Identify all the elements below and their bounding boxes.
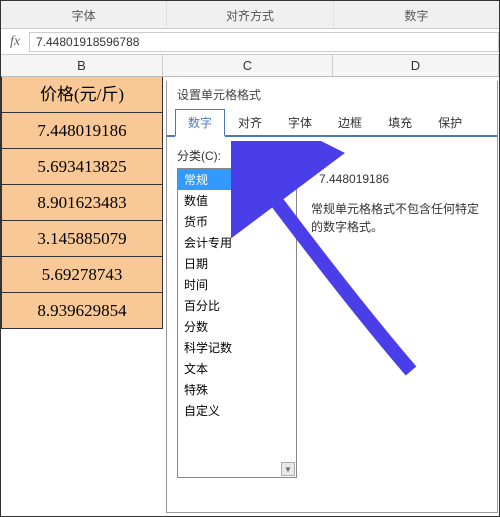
ribbon-group-align[interactable]: 对齐方式 — [167, 1, 333, 28]
cell-b7[interactable]: 8.939629854 — [1, 293, 163, 329]
cell-b6[interactable]: 5.69278743 — [1, 257, 163, 293]
column-headers: B C D — [1, 55, 499, 77]
col-header-b[interactable]: B — [1, 55, 163, 76]
fx-icon[interactable]: fx — [1, 34, 29, 50]
cat-general[interactable]: 常规 — [178, 169, 296, 190]
format-cells-dialog: 设置单元格格式 数字 对齐 字体 边框 填充 保护 分类(C): 常规 数值 货… — [166, 81, 498, 513]
tab-align[interactable]: 对齐 — [225, 109, 275, 135]
col-header-c[interactable]: C — [163, 55, 333, 76]
cell-b3[interactable]: 5.693413825 — [1, 149, 163, 185]
cat-custom[interactable]: 自定义 — [178, 400, 296, 421]
cat-special[interactable]: 特殊 — [178, 379, 296, 400]
dialog-title: 设置单元格格式 — [167, 81, 497, 109]
tab-fill[interactable]: 填充 — [375, 109, 425, 135]
ribbon-group-font[interactable]: 字体 — [1, 1, 167, 28]
tab-font[interactable]: 字体 — [275, 109, 325, 135]
tab-number[interactable]: 数字 — [175, 109, 225, 137]
example-label: 示例 — [311, 147, 487, 164]
category-list[interactable]: 常规 数值 货币 会计专用 日期 时间 百分比 分数 科学记数 文本 特殊 自定… — [177, 168, 297, 478]
dialog-tabs: 数字 对齐 字体 边框 填充 保护 — [167, 109, 497, 137]
dialog-body: 分类(C): 常规 数值 货币 会计专用 日期 时间 百分比 分数 科学记数 文… — [167, 137, 497, 478]
cell-b5[interactable]: 3.145885079 — [1, 221, 163, 257]
formula-bar: fx 7.44801918596788 — [1, 29, 499, 55]
ribbon-bar: 字体 对齐方式 数字 — [1, 1, 499, 29]
scroll-down-icon[interactable]: ▼ — [281, 462, 295, 476]
example-value: 7.448019186 — [311, 170, 487, 200]
cell-header[interactable]: 价格(元/斤) — [1, 77, 163, 113]
tab-protect[interactable]: 保护 — [425, 109, 475, 135]
cat-currency[interactable]: 货币 — [178, 211, 296, 232]
col-header-d[interactable]: D — [333, 55, 499, 76]
cell-b2[interactable]: 7.448019186 — [1, 113, 163, 149]
example-panel: 示例 7.448019186 常规单元格格式不包含任何特定的数字格式。 — [311, 147, 487, 478]
cat-number[interactable]: 数值 — [178, 190, 296, 211]
format-description: 常规单元格格式不包含任何特定的数字格式。 — [311, 200, 487, 236]
cat-scientific[interactable]: 科学记数 — [178, 337, 296, 358]
category-label: 分类(C): — [177, 147, 297, 164]
cat-percent[interactable]: 百分比 — [178, 295, 296, 316]
scroll-up-icon[interactable]: ▲ — [281, 170, 295, 184]
cell-b4[interactable]: 8.901623483 — [1, 185, 163, 221]
cat-time[interactable]: 时间 — [178, 274, 296, 295]
formula-input[interactable]: 7.44801918596788 — [29, 32, 499, 52]
cat-text[interactable]: 文本 — [178, 358, 296, 379]
column-b-cells: 价格(元/斤) 7.448019186 5.693413825 8.901623… — [1, 77, 163, 329]
tab-border[interactable]: 边框 — [325, 109, 375, 135]
cat-fraction[interactable]: 分数 — [178, 316, 296, 337]
category-panel: 分类(C): 常规 数值 货币 会计专用 日期 时间 百分比 分数 科学记数 文… — [177, 147, 297, 478]
cat-date[interactable]: 日期 — [178, 253, 296, 274]
cat-accounting[interactable]: 会计专用 — [178, 232, 296, 253]
ribbon-group-number[interactable]: 数字 — [334, 1, 499, 28]
